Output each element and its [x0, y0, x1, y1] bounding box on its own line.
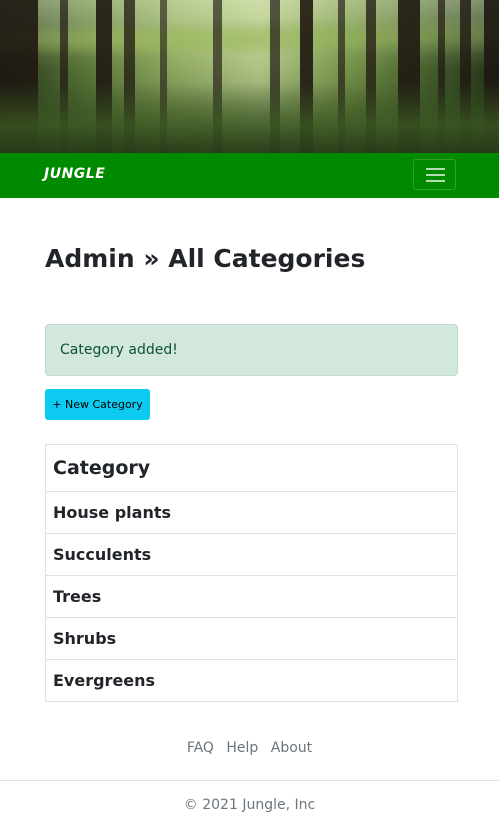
- table-row: Shrubs: [45, 617, 458, 660]
- hamburger-menu-icon[interactable]: [413, 159, 456, 190]
- copyright-text: © 2021 Jungle, Inc: [183, 797, 316, 813]
- category-column-header: Category: [45, 444, 458, 492]
- brand-logo[interactable]: JUNGLE: [44, 166, 105, 182]
- footer-link-help[interactable]: Help: [226, 740, 258, 756]
- category-name: House plants: [45, 491, 458, 534]
- table-row: House plants: [45, 491, 458, 534]
- categories-table: Category House plants Succulents Trees S…: [45, 444, 458, 702]
- page-title: Admin » All Categories: [45, 244, 366, 273]
- category-name: Evergreens: [45, 659, 458, 702]
- success-alert: Category added!: [45, 324, 458, 376]
- table-row: Succulents: [45, 533, 458, 576]
- hero-banner-image: [0, 0, 499, 153]
- new-category-button[interactable]: + New Category: [45, 389, 150, 420]
- category-name: Trees: [45, 575, 458, 618]
- footer-link-faq[interactable]: FAQ: [187, 740, 214, 756]
- footer-links: FAQ Help About: [0, 740, 499, 756]
- category-name: Shrubs: [45, 617, 458, 660]
- category-name: Succulents: [45, 533, 458, 576]
- table-header-row: Category: [45, 444, 458, 492]
- table-row: Trees: [45, 575, 458, 618]
- navbar: JUNGLE: [0, 153, 499, 198]
- footer-divider: [0, 780, 499, 781]
- footer-link-about[interactable]: About: [271, 740, 312, 756]
- table-row: Evergreens: [45, 659, 458, 702]
